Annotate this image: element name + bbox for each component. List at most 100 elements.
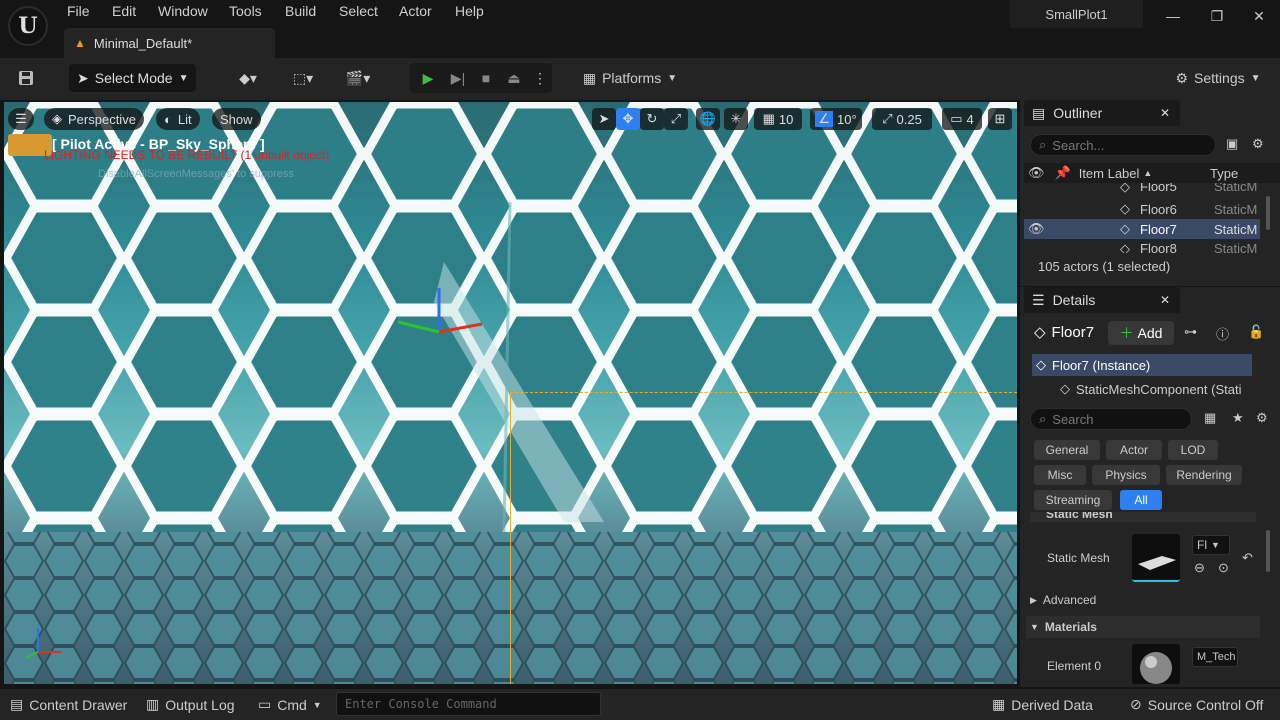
details-scrollbar[interactable] (1266, 530, 1270, 572)
menu-actor[interactable]: Actor (399, 3, 432, 19)
table-view-icon[interactable]: ▦ (1204, 410, 1216, 426)
outliner-tab[interactable]: ▤ Outliner ✕ (1024, 100, 1180, 126)
lock-icon[interactable]: 🔓 (1248, 324, 1264, 340)
stop-icon[interactable]: ■ (474, 66, 498, 90)
add-component-button[interactable]: ＋ Add (1108, 321, 1174, 345)
camera-speed-button[interactable]: ▭ 4 (942, 108, 982, 130)
level-tab-label: Minimal_Default* (93, 35, 193, 51)
chip-all[interactable]: All (1120, 490, 1162, 510)
menu-build[interactable]: Build (285, 3, 316, 19)
menu-window[interactable]: Window (158, 3, 208, 19)
select-tool-icon[interactable]: ➤ (592, 108, 616, 130)
reset-icon[interactable]: ↶ (1242, 550, 1253, 566)
advanced-section[interactable]: ▶ Advanced (1030, 593, 1096, 607)
outliner-search-input[interactable]: ⌕ Search... (1030, 134, 1216, 156)
item-label-header[interactable]: Item Label (1079, 166, 1140, 181)
derived-data-button[interactable]: ▦ Derived Data (992, 696, 1093, 713)
chip-misc[interactable]: Misc (1034, 465, 1086, 485)
chip-lod[interactable]: LOD (1168, 440, 1218, 460)
gear-icon[interactable]: ⚙ (1256, 410, 1268, 426)
output-log-button[interactable]: ▥ Output Log (146, 696, 235, 713)
gear-icon[interactable]: ⚙ (1252, 136, 1264, 152)
grid-snap-button[interactable]: ▦ 10 (754, 108, 802, 130)
content-drawer-button[interactable]: ▤ Content Drawer (10, 696, 127, 713)
close-icon[interactable]: ✕ (1160, 293, 1170, 307)
step-icon[interactable]: ▶| (446, 66, 470, 90)
rotation-snap-value: 10° (836, 111, 857, 127)
help-icon[interactable]: ⓘ (1216, 324, 1229, 343)
minimize-icon[interactable]: — (1158, 4, 1188, 28)
blueprint-icon[interactable]: ⊶ (1184, 324, 1197, 340)
level-tab[interactable]: ▲ Minimal_Default* (64, 28, 275, 58)
blueprint-button[interactable]: ⬚▾ (283, 66, 323, 90)
scale-snap-button[interactable]: ⤢ 0.25 (872, 108, 932, 130)
platforms-button[interactable]: ▦ Platforms ▼ (580, 66, 680, 90)
outliner-scrollbar[interactable] (1266, 196, 1270, 230)
show-button[interactable]: Show (212, 108, 261, 130)
materials-section-header[interactable]: ▼ Materials (1026, 616, 1260, 638)
settings-button[interactable]: ⚙ Settings ▼ (1170, 66, 1266, 90)
chip-rendering[interactable]: Rendering (1166, 465, 1242, 485)
rotate-tool-icon[interactable]: ↻ (640, 108, 664, 130)
chip-physics[interactable]: Physics (1092, 465, 1160, 485)
save-icon[interactable] (14, 66, 38, 90)
scale-tool-icon[interactable]: ⤢ (664, 108, 688, 130)
maximize-icon[interactable]: ❐ (1202, 4, 1232, 28)
eject-icon[interactable]: ⏏ (502, 66, 526, 90)
type-header[interactable]: Type (1210, 166, 1238, 181)
console-placeholder: Enter Console Command (345, 697, 497, 711)
menu-tools[interactable]: Tools (229, 3, 262, 19)
details-search-input[interactable]: ⌕ Search (1030, 408, 1192, 430)
rotation-snap-button[interactable]: ∠ 10° (810, 108, 862, 130)
static-mesh-thumbnail[interactable] (1132, 534, 1180, 582)
close-icon[interactable]: ✕ (1160, 106, 1170, 120)
table-row[interactable]: ◇ Floor8 StaticM (1024, 241, 1260, 253)
world-space-icon[interactable]: 🌐 (696, 108, 720, 130)
static-mesh-dropdown[interactable]: Fl ▼ (1192, 535, 1230, 555)
transform-gizmo[interactable] (394, 282, 484, 342)
add-folder-icon[interactable]: ▣ (1226, 136, 1238, 152)
pin-icon[interactable]: 📌 (1055, 165, 1071, 181)
level-icon: ▲ (74, 36, 86, 50)
level-viewport[interactable]: ☰ ◈ Perspective ◐ Lit Show ➤ ✥ ↻ ⤢ 🌐 ✳ ▦… (4, 102, 1017, 684)
details-object: ◇ Floor7 (1034, 323, 1094, 342)
play-icon[interactable]: ▶ (416, 66, 440, 90)
play-options-icon[interactable]: ⋮ (530, 66, 550, 90)
material-thumbnail[interactable] (1132, 644, 1180, 684)
browse-icon[interactable]: ⊖ (1194, 560, 1205, 576)
menu-edit[interactable]: Edit (112, 3, 136, 19)
use-selected-icon[interactable]: ⊙ (1218, 560, 1229, 576)
menu-select[interactable]: Select (339, 3, 378, 19)
unreal-logo-icon[interactable]: U (8, 6, 48, 46)
component-row[interactable]: ◇ StaticMeshComponent (Stati (1060, 378, 1256, 400)
material-dropdown[interactable]: M_Tech (1192, 647, 1238, 667)
table-row[interactable]: ◇ Floor5 StaticM (1024, 183, 1260, 197)
chip-streaming[interactable]: Streaming (1034, 490, 1112, 510)
visibility-icon[interactable]: 👁 (1028, 165, 1045, 181)
close-window-icon[interactable]: ✕ (1244, 4, 1274, 28)
instance-row[interactable]: ◇ Floor7 (Instance) (1032, 354, 1252, 376)
details-tab[interactable]: ☰ Details ✕ (1024, 287, 1180, 313)
menu-file[interactable]: File (67, 3, 90, 19)
visibility-icon[interactable]: 👁 (1028, 221, 1045, 237)
lit-button[interactable]: ◐ Lit (156, 108, 200, 130)
perspective-button[interactable]: ◈ Perspective (44, 108, 144, 130)
surface-snap-icon[interactable]: ✳ (724, 108, 748, 130)
translate-tool-icon[interactable]: ✥ (616, 108, 640, 130)
viewport-menu-icon[interactable]: ☰ (8, 108, 34, 130)
console-input[interactable]: Enter Console Command (336, 692, 601, 716)
source-control-button[interactable]: ⊘ Source Control Off (1130, 696, 1263, 713)
static-mesh-section-header[interactable]: Static Mesh (1030, 512, 1256, 522)
table-row[interactable]: ◇ Floor6 StaticM (1024, 199, 1260, 219)
cinematics-button[interactable]: 🎬▾ (338, 66, 378, 90)
select-mode-dropdown[interactable]: ➤ Select Mode ▼ (69, 64, 196, 92)
select-arrow-icon: ➤ (77, 69, 89, 86)
menu-help[interactable]: Help (455, 3, 484, 19)
chip-actor[interactable]: Actor (1106, 440, 1162, 460)
table-row-selected[interactable]: 👁 ◇ Floor7 StaticM (1024, 219, 1260, 239)
star-icon[interactable]: ★ (1232, 410, 1244, 426)
layout-icon[interactable]: ⊞ (988, 108, 1012, 130)
add-actor-button[interactable]: ◆▾ (228, 66, 268, 90)
chip-general[interactable]: General (1034, 440, 1100, 460)
cmd-dropdown[interactable]: ▭ Cmd ▼ (258, 696, 322, 713)
